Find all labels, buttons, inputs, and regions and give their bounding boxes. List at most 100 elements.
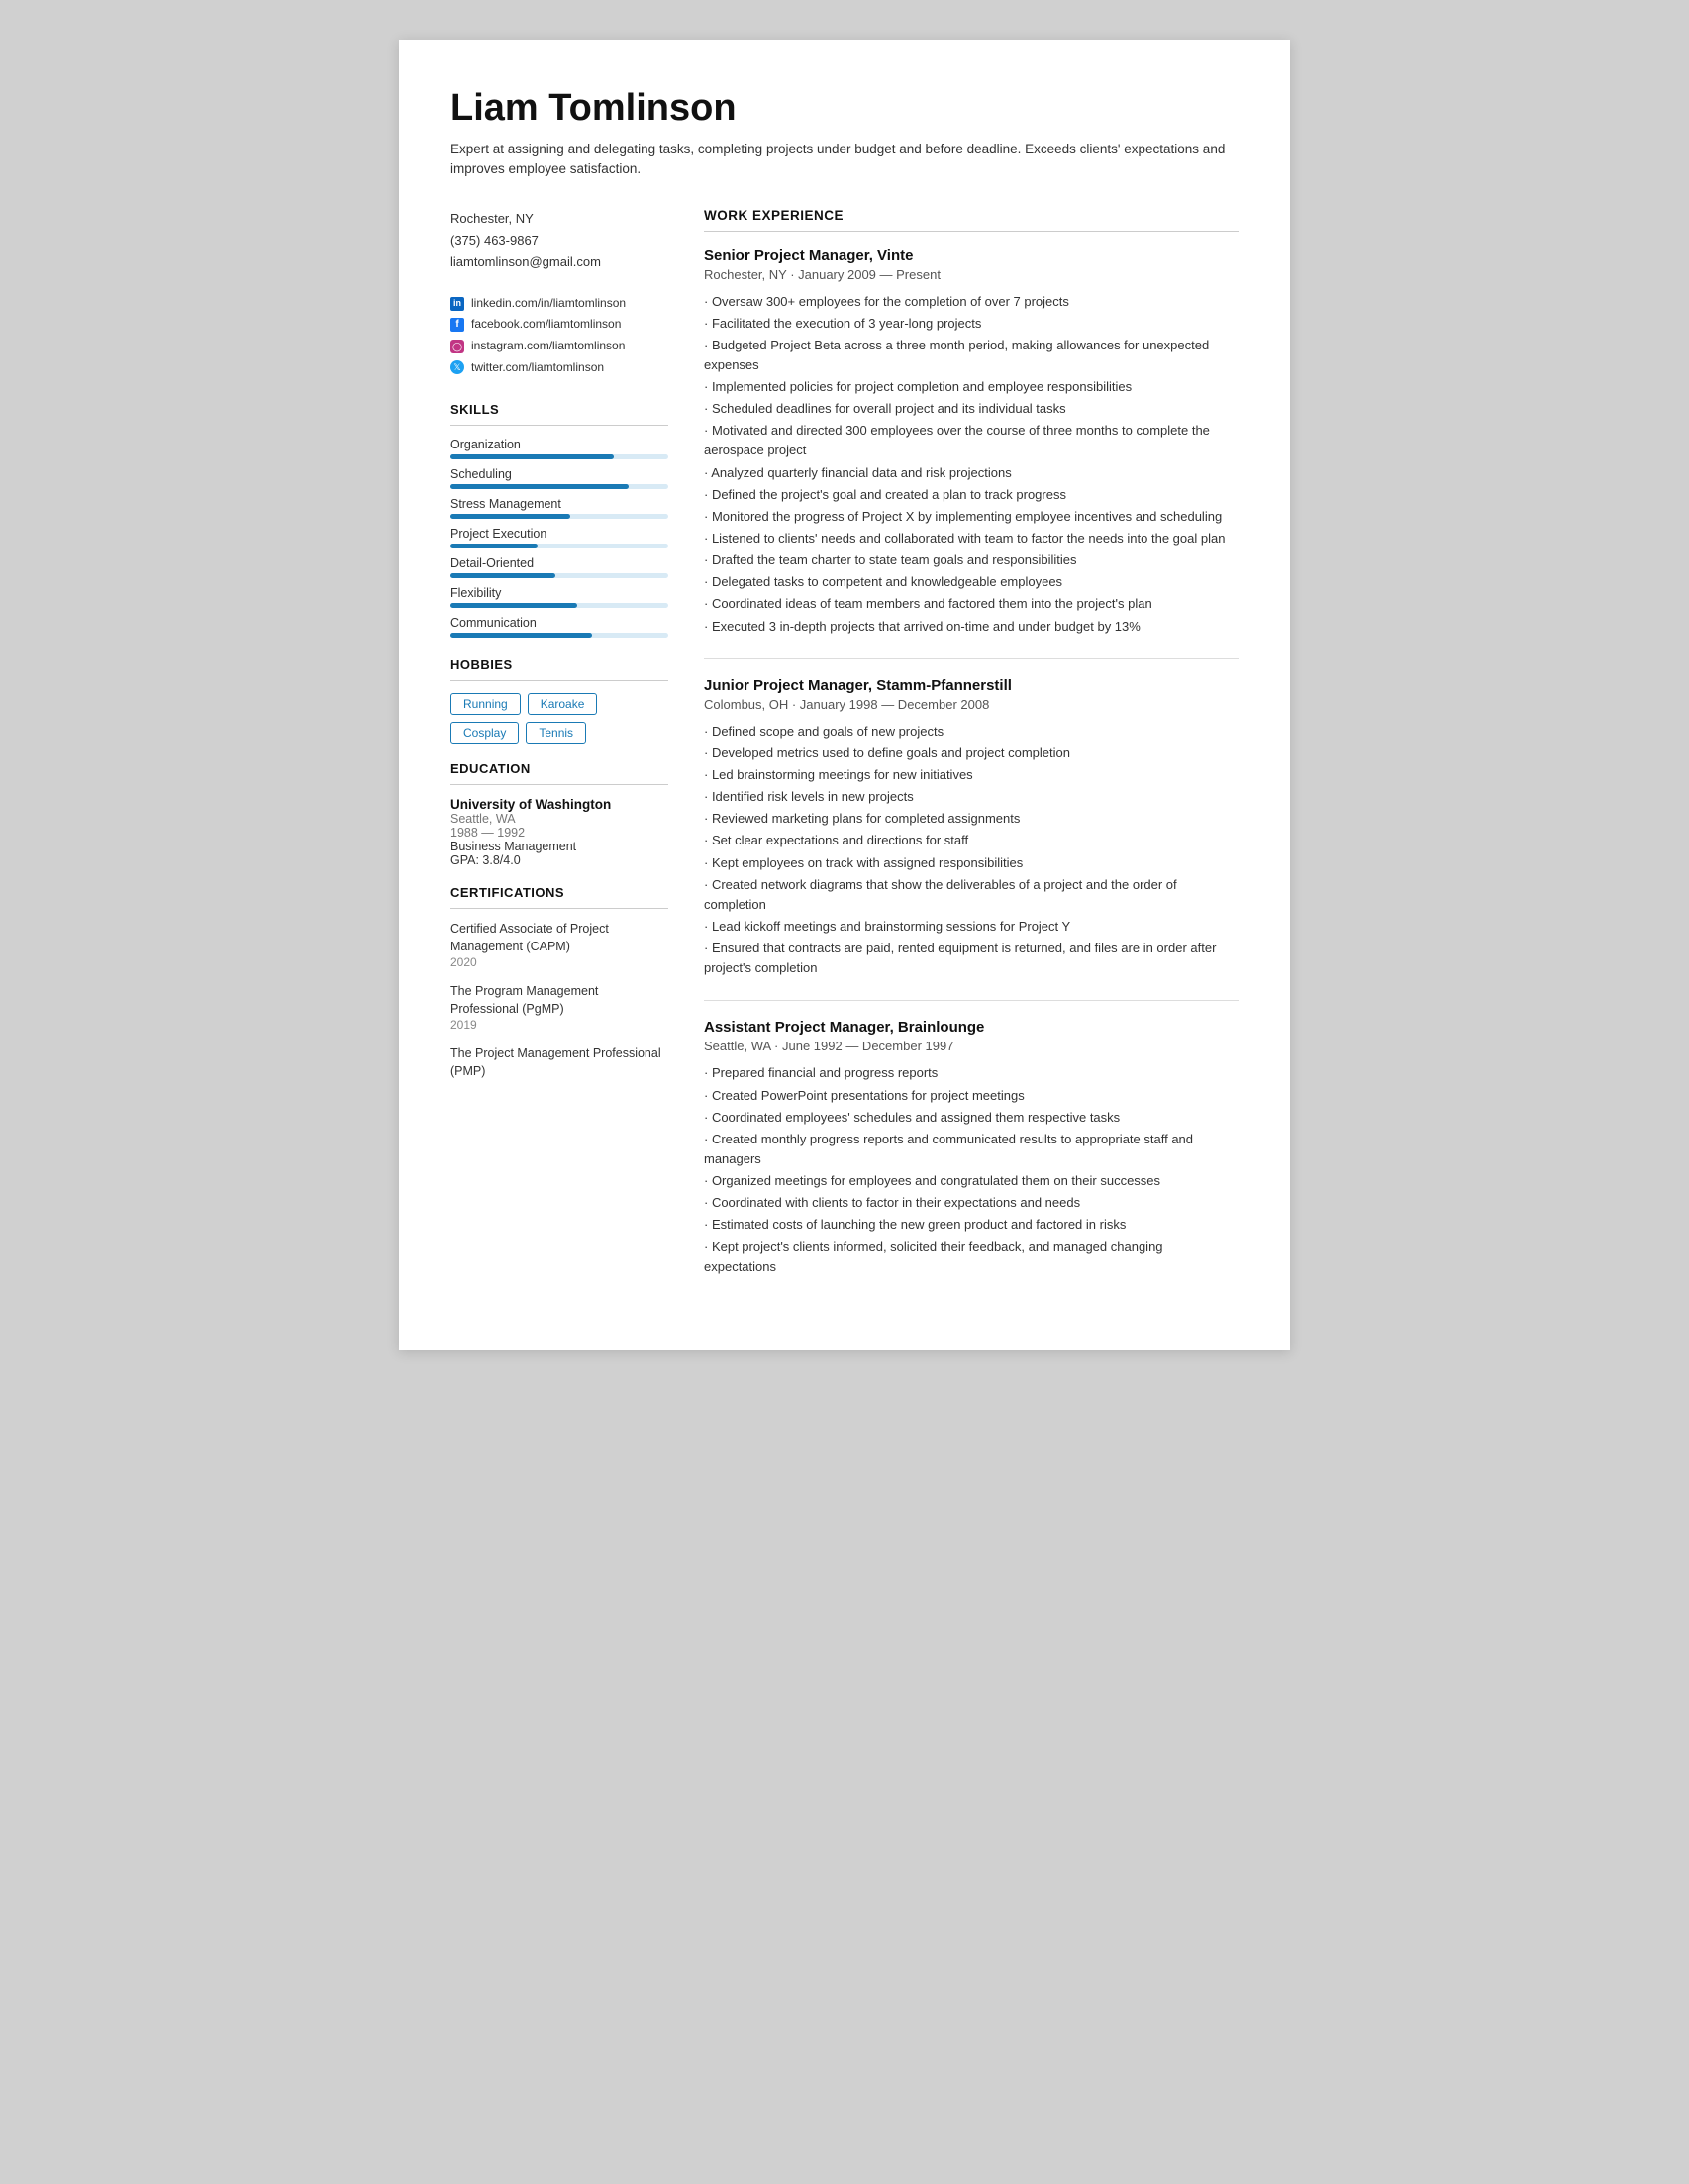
candidate-summary: Expert at assigning and delegating tasks… [450, 140, 1239, 180]
job-divider [704, 1000, 1239, 1001]
skill-bar-fill [450, 603, 577, 608]
job-bullet: · Reviewed marketing plans for completed… [704, 809, 1239, 829]
hobby-tag: Tennis [526, 722, 586, 744]
job-title: Senior Project Manager, Vinte [704, 248, 1239, 264]
sidebar: Rochester, NY (375) 463-9867 liamtomlins… [450, 208, 668, 1299]
job-meta: Seattle, WA · June 1992 — December 1997 [704, 1039, 1239, 1053]
skill-item: Scheduling [450, 467, 668, 489]
skill-label: Flexibility [450, 586, 668, 600]
skill-bar-bg [450, 544, 668, 548]
edu-years: 1988 — 1992 [450, 826, 668, 840]
skill-label: Communication [450, 616, 668, 630]
education-title: EDUCATION [450, 761, 668, 776]
skills-divider [450, 425, 668, 426]
job-bullet: · Estimated costs of launching the new g… [704, 1215, 1239, 1235]
edu-university: University of Washington [450, 797, 668, 812]
job-bullet: · Ensured that contracts are paid, rente… [704, 939, 1239, 978]
job-meta: Colombus, OH · January 1998 — December 2… [704, 697, 1239, 712]
job-bullet: · Organized meetings for employees and c… [704, 1171, 1239, 1191]
job-meta: Rochester, NY · January 2009 — Present [704, 267, 1239, 282]
skill-bar-fill [450, 544, 538, 548]
job-item: Senior Project Manager, Vinte Rochester,… [704, 248, 1239, 637]
job-bullet: · Coordinated ideas of team members and … [704, 594, 1239, 614]
resume-document: Liam Tomlinson Expert at assigning and d… [399, 40, 1290, 1350]
job-item: Assistant Project Manager, Brainlounge S… [704, 1019, 1239, 1276]
hobbies-divider [450, 680, 668, 681]
job-bullet: · Implemented policies for project compl… [704, 377, 1239, 397]
skills-list: Organization Scheduling Stress Managemen… [450, 438, 668, 638]
contact-section: Rochester, NY (375) 463-9867 liamtomlins… [450, 208, 668, 273]
skill-bar-bg [450, 633, 668, 638]
job-bullet: · Delegated tasks to competent and knowl… [704, 572, 1239, 592]
job-bullet: · Listened to clients' needs and collabo… [704, 529, 1239, 548]
job-bullet: · Defined the project's goal and created… [704, 485, 1239, 505]
twitter-icon: 𝕏 [450, 360, 464, 374]
cert-year: 2020 [450, 955, 668, 969]
certifications-title: CERTIFICATIONS [450, 885, 668, 900]
hobbies-title: HOBBIES [450, 657, 668, 672]
skill-item: Organization [450, 438, 668, 459]
job-bullet: · Scheduled deadlines for overall projec… [704, 399, 1239, 419]
job-bullet: · Prepared financial and progress report… [704, 1063, 1239, 1083]
social-twitter: 𝕏 twitter.com/liamtomlinson [450, 357, 668, 379]
job-title: Junior Project Manager, Stamm-Pfannersti… [704, 677, 1239, 694]
skill-label: Organization [450, 438, 668, 451]
job-bullets: · Defined scope and goals of new project… [704, 722, 1239, 979]
certifications-divider [450, 908, 668, 909]
candidate-name: Liam Tomlinson [450, 87, 1239, 130]
job-bullet: · Identified risk levels in new projects [704, 787, 1239, 807]
cert-item: The Program Management Professional (PgM… [450, 983, 668, 1032]
skill-bar-fill [450, 633, 592, 638]
job-bullet: · Created network diagrams that show the… [704, 875, 1239, 915]
cert-name: The Program Management Professional (PgM… [450, 983, 668, 1018]
job-bullet: · Defined scope and goals of new project… [704, 722, 1239, 742]
skill-item: Flexibility [450, 586, 668, 608]
job-bullet: · Monitored the progress of Project X by… [704, 507, 1239, 527]
skills-title: SKILLS [450, 402, 668, 417]
edu-field: Business Management [450, 840, 668, 853]
skill-item: Project Execution [450, 527, 668, 548]
job-bullet: · Facilitated the execution of 3 year-lo… [704, 314, 1239, 334]
linkedin-url: linkedin.com/in/liamtomlinson [471, 293, 626, 315]
work-divider [704, 231, 1239, 232]
skill-item: Stress Management [450, 497, 668, 519]
cert-item: Certified Associate of Project Managemen… [450, 921, 668, 969]
skill-label: Project Execution [450, 527, 668, 541]
job-bullet: · Kept employees on track with assigned … [704, 853, 1239, 873]
cert-year: 2019 [450, 1018, 668, 1032]
job-bullet: · Executed 3 in-depth projects that arri… [704, 617, 1239, 637]
skills-section: SKILLS Organization Scheduling Stress Ma… [450, 402, 668, 638]
skill-bar-bg [450, 454, 668, 459]
facebook-icon: f [450, 318, 464, 332]
hobby-tag: Karoake [528, 693, 598, 715]
skill-bar-fill [450, 573, 555, 578]
hobby-tag: Running [450, 693, 521, 715]
job-bullets: · Oversaw 300+ employees for the complet… [704, 292, 1239, 637]
hobbies-section: HOBBIES RunningKaroakeCosplayTennis [450, 657, 668, 744]
certifications-list: Certified Associate of Project Managemen… [450, 921, 668, 1080]
education-section: EDUCATION University of Washington Seatt… [450, 761, 668, 867]
job-bullet: · Analyzed quarterly financial data and … [704, 463, 1239, 483]
instagram-url: instagram.com/liamtomlinson [471, 336, 625, 357]
social-linkedin: in linkedin.com/in/liamtomlinson [450, 293, 668, 315]
job-bullet: · Developed metrics used to define goals… [704, 744, 1239, 763]
cert-name: Certified Associate of Project Managemen… [450, 921, 668, 955]
skill-label: Detail-Oriented [450, 556, 668, 570]
skill-bar-fill [450, 484, 629, 489]
work-experience-title: WORK EXPERIENCE [704, 208, 1239, 223]
skill-label: Stress Management [450, 497, 668, 511]
cert-name: The Project Management Professional (PMP… [450, 1045, 668, 1080]
job-bullet: · Created PowerPoint presentations for p… [704, 1086, 1239, 1106]
education-divider [450, 784, 668, 785]
skill-bar-bg [450, 603, 668, 608]
job-item: Junior Project Manager, Stamm-Pfannersti… [704, 677, 1239, 979]
job-bullet: · Oversaw 300+ employees for the complet… [704, 292, 1239, 312]
job-bullet: · Kept project's clients informed, solic… [704, 1238, 1239, 1277]
job-bullet: · Set clear expectations and directions … [704, 831, 1239, 850]
skill-bar-bg [450, 514, 668, 519]
skill-bar-fill [450, 454, 614, 459]
header-section: Liam Tomlinson Expert at assigning and d… [450, 87, 1239, 180]
contact-location: Rochester, NY [450, 208, 668, 230]
job-divider [704, 658, 1239, 659]
social-links: in linkedin.com/in/liamtomlinson f faceb… [450, 293, 668, 378]
